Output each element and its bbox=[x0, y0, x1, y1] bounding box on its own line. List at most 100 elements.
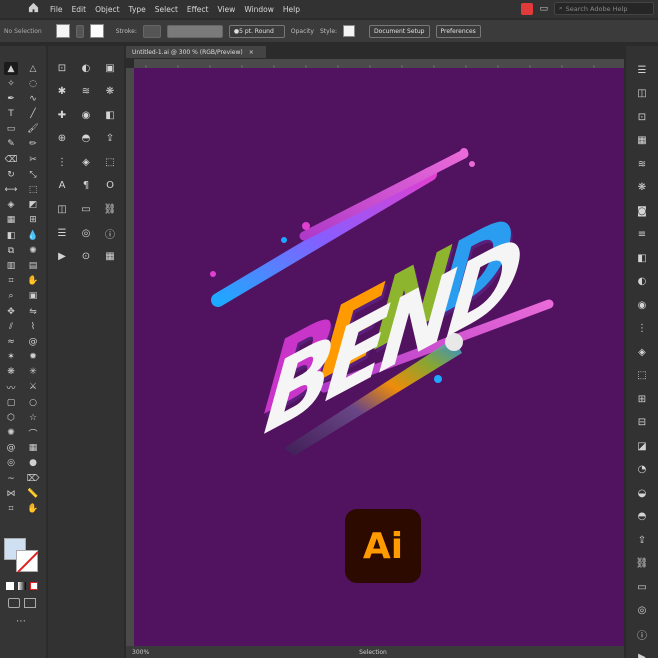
direct-selection-icon[interactable]: △ bbox=[26, 62, 40, 75]
brushes-icon[interactable]: ≋ bbox=[78, 84, 94, 100]
shaper-icon[interactable]: ✎ bbox=[4, 138, 18, 151]
pencil-icon[interactable]: ✏ bbox=[26, 138, 40, 151]
draw-mode-icon[interactable] bbox=[8, 598, 20, 608]
puppet-warp-icon[interactable]: ✥ bbox=[4, 305, 18, 318]
menu-type[interactable]: Type bbox=[129, 5, 146, 14]
graphic-styles-panel-icon[interactable]: ◙ bbox=[636, 205, 648, 217]
pucker-icon[interactable]: ✶ bbox=[4, 351, 18, 364]
none-mode-icon[interactable] bbox=[30, 582, 38, 590]
style-swatch[interactable] bbox=[343, 25, 356, 37]
type-icon[interactable]: T bbox=[4, 108, 18, 121]
shape-builder-icon[interactable]: ◈ bbox=[4, 199, 18, 212]
align-icon[interactable]: ⋮ bbox=[54, 154, 70, 170]
fill-dropdown[interactable] bbox=[75, 24, 84, 38]
transparency-panel-icon[interactable]: ◐ bbox=[636, 276, 648, 288]
symbol-sprayer-icon[interactable]: ✺ bbox=[26, 244, 40, 257]
width-icon[interactable]: ⟷ bbox=[4, 184, 18, 197]
gradient-icon[interactable]: ◧ bbox=[4, 229, 18, 242]
color-guide-panel-icon[interactable]: ◓ bbox=[636, 511, 648, 523]
stroke-icon[interactable]: ✚ bbox=[54, 107, 70, 123]
symbols-icon[interactable]: ❋ bbox=[102, 84, 118, 100]
glyphs-panel-icon[interactable]: ◔ bbox=[636, 464, 648, 476]
transform-icon[interactable]: ⬚ bbox=[102, 154, 118, 170]
menu-view[interactable]: View bbox=[218, 5, 236, 14]
opentype-icon[interactable]: O bbox=[102, 178, 118, 194]
menu-select[interactable]: Select bbox=[155, 5, 178, 14]
stroke-swatch[interactable] bbox=[89, 24, 104, 38]
line-segment-icon[interactable]: ╱ bbox=[26, 108, 40, 121]
stroke-weight-field[interactable] bbox=[142, 24, 161, 38]
fill-swatch[interactable] bbox=[55, 24, 70, 38]
magic-wand-icon[interactable]: ✧ bbox=[4, 77, 18, 90]
polar-grid-icon[interactable]: ◎ bbox=[4, 457, 18, 470]
menu-edit[interactable]: Edit bbox=[72, 5, 87, 14]
info-panel-icon[interactable]: ⓘ bbox=[636, 628, 648, 642]
wrinkle-icon[interactable]: 〰 bbox=[4, 381, 18, 394]
color-guide-icon[interactable]: ◓ bbox=[78, 131, 94, 147]
shear-icon[interactable]: ⫽ bbox=[4, 320, 18, 333]
curvature-icon[interactable]: ∿ bbox=[26, 92, 40, 105]
appearance-icon[interactable]: ◐ bbox=[78, 60, 94, 76]
menu-file[interactable]: File bbox=[50, 5, 63, 14]
actions-panel-icon[interactable]: ▶ bbox=[636, 652, 648, 658]
eyedropper-icon[interactable]: 💧 bbox=[26, 229, 40, 242]
path-eraser-icon[interactable]: ⌦ bbox=[26, 472, 40, 485]
document-tab[interactable]: Untitled-1.ai @ 300 % (RGB/Preview) × bbox=[126, 46, 266, 58]
brushes-panel-icon[interactable]: ≋ bbox=[636, 158, 648, 170]
paintbrush-icon[interactable]: 🖌 bbox=[26, 123, 40, 136]
reflect-icon[interactable]: ⇋ bbox=[26, 305, 40, 318]
ellipse-icon[interactable]: ○ bbox=[26, 396, 40, 409]
variable-width-field[interactable] bbox=[166, 24, 223, 38]
character-panel-icon[interactable]: ⊞ bbox=[636, 393, 648, 405]
gradient-mode-icon[interactable] bbox=[18, 582, 26, 590]
spiral-icon[interactable]: @ bbox=[4, 442, 18, 455]
free-transform-icon[interactable]: ⬚ bbox=[26, 184, 40, 197]
color-mode-icon[interactable] bbox=[6, 582, 14, 590]
twirl-icon[interactable]: @ bbox=[26, 335, 40, 348]
swatches-icon[interactable]: ✱ bbox=[54, 84, 70, 100]
slice-select-icon[interactable]: ⌗ bbox=[4, 502, 18, 515]
menu-object[interactable]: Object bbox=[95, 5, 119, 14]
rotate-icon[interactable]: ↻ bbox=[4, 168, 18, 181]
rectangle-icon[interactable]: ▭ bbox=[4, 123, 18, 136]
mesh-icon[interactable]: ⊞ bbox=[26, 214, 40, 227]
edit-toolbar-icon[interactable]: ⋯ bbox=[16, 616, 26, 627]
search-input[interactable]: ⌕ Search Adobe Help bbox=[554, 2, 654, 15]
document-setup-button[interactable]: Document Setup bbox=[369, 24, 430, 38]
arc-icon[interactable]: ⌒ bbox=[26, 427, 40, 440]
scallop-icon[interactable]: ❋ bbox=[4, 366, 18, 379]
live-paint-icon[interactable]: ◩ bbox=[26, 199, 40, 212]
opentype-panel-icon[interactable]: ◪ bbox=[636, 440, 648, 452]
crystallize-icon[interactable]: ✳ bbox=[26, 366, 40, 379]
knife-icon[interactable]: ⚔ bbox=[26, 381, 40, 394]
measure-icon[interactable]: 📏 bbox=[26, 487, 40, 500]
layers-panel-icon[interactable]: ◫ bbox=[636, 88, 648, 100]
swatches-panel-icon[interactable]: ▦ bbox=[636, 135, 648, 147]
libraries-icon[interactable]: ⊡ bbox=[54, 60, 70, 76]
fill-stroke-widget[interactable] bbox=[4, 538, 40, 574]
paragraph-icon[interactable]: ¶ bbox=[78, 178, 94, 194]
screen-mode-icon[interactable] bbox=[24, 598, 36, 608]
selection-icon[interactable]: ▲ bbox=[4, 62, 18, 75]
lasso-icon[interactable]: ◌ bbox=[26, 77, 40, 90]
menu-window[interactable]: Window bbox=[244, 5, 274, 14]
hand-icon[interactable]: ✋ bbox=[26, 275, 40, 288]
brush-dropdown[interactable]: ● 5 pt. Round bbox=[228, 24, 285, 38]
artboard-icon[interactable]: ▤ bbox=[26, 259, 40, 272]
home-icon[interactable] bbox=[28, 2, 42, 16]
stroke-panel-icon[interactable]: ≡ bbox=[636, 229, 648, 241]
symbols-panel-icon[interactable]: ❋ bbox=[636, 182, 648, 194]
gradient-panel-icon[interactable]: ◧ bbox=[636, 252, 648, 264]
pathfinder-panel-icon[interactable]: ◈ bbox=[636, 346, 648, 358]
smooth-icon[interactable]: ~ bbox=[4, 472, 18, 485]
navigator-icon[interactable]: ◎ bbox=[78, 225, 94, 241]
menu-help[interactable]: Help bbox=[283, 5, 300, 14]
graphic-styles-icon[interactable]: ▣ bbox=[102, 60, 118, 76]
asset-export-icon[interactable]: ⇪ bbox=[102, 131, 118, 147]
asset-export-panel-icon[interactable]: ⇪ bbox=[636, 534, 648, 546]
menu-effect[interactable]: Effect bbox=[187, 5, 209, 14]
variables-icon[interactable]: ⊙ bbox=[78, 249, 94, 265]
artboard[interactable]: B B E E N N D D BEND Ai bbox=[134, 68, 624, 646]
rounded-rect-icon[interactable]: ▢ bbox=[4, 396, 18, 409]
paragraph-panel-icon[interactable]: ⊟ bbox=[636, 417, 648, 429]
